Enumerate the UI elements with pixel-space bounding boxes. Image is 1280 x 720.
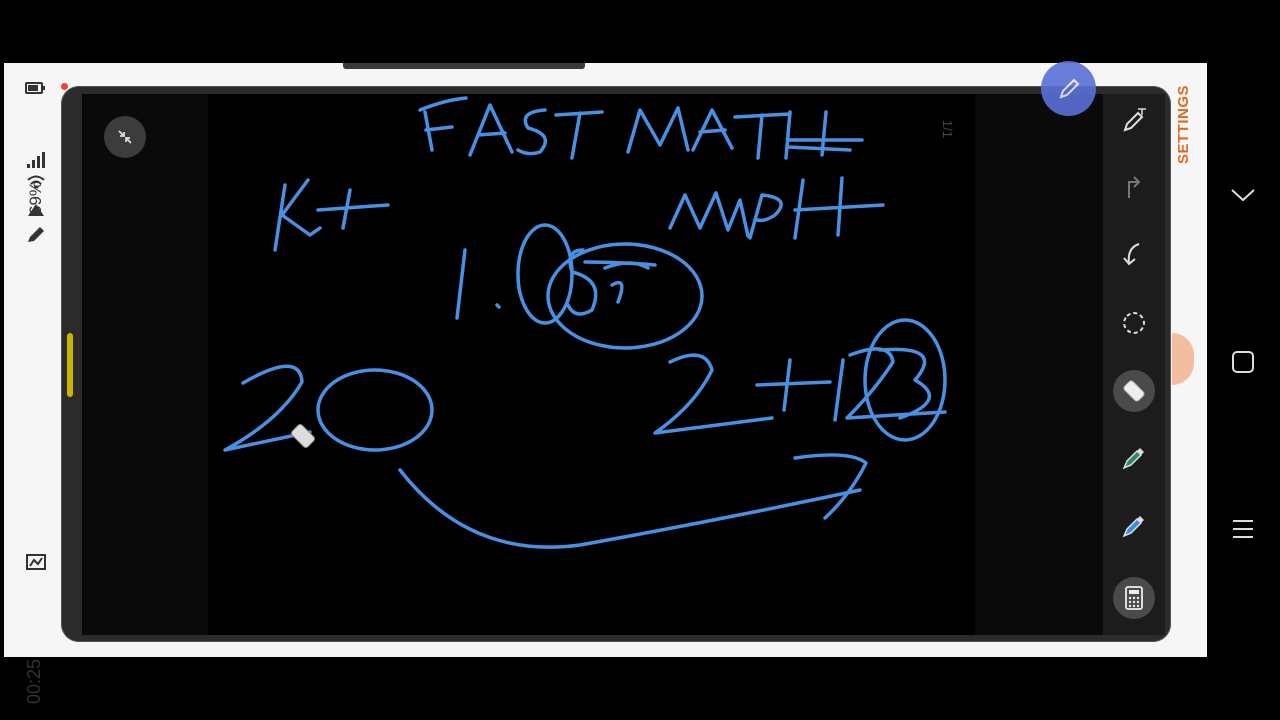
eraser-icon — [1123, 380, 1145, 402]
ink-stroke — [468, 103, 514, 157]
ink-stroke — [784, 110, 864, 160]
minimize-button[interactable] — [104, 116, 146, 158]
ink-stroke — [833, 358, 845, 422]
status-bar: 69% 00:25 — [8, 70, 52, 704]
ink-stroke — [603, 261, 650, 304]
side-panel-handle[interactable] — [67, 333, 73, 397]
lasso-button[interactable] — [1113, 302, 1155, 344]
ink-stroke — [793, 176, 885, 240]
highlighter-icon — [1122, 448, 1144, 470]
ink-stroke — [653, 353, 774, 435]
redo-button[interactable] — [1113, 166, 1155, 208]
pen-icon — [1122, 516, 1144, 538]
ink-stroke — [691, 108, 734, 152]
screenshot-icon — [26, 554, 46, 570]
settings-tab[interactable]: SETTINGS — [1175, 85, 1192, 164]
ink-stroke — [878, 347, 932, 420]
ink-stroke — [316, 368, 434, 452]
home-icon — [1232, 351, 1254, 373]
wifi-icon — [27, 175, 45, 189]
ink-stroke — [566, 248, 657, 316]
page-indicator: 1/1 — [940, 120, 955, 139]
home-button[interactable] — [1228, 347, 1258, 377]
ink-stroke — [863, 318, 947, 442]
minimize-icon — [118, 130, 132, 144]
clock: 00:25 — [24, 658, 44, 704]
eraser-button[interactable] — [1113, 370, 1155, 412]
ink-stroke — [626, 106, 690, 154]
signal-icon — [27, 152, 45, 168]
ink-stroke — [418, 96, 468, 152]
recents-button[interactable] — [1228, 514, 1258, 544]
ink-stroke — [495, 303, 501, 309]
highlighter-button[interactable] — [1113, 437, 1155, 479]
collapse-icon — [1231, 189, 1255, 202]
ink-stroke — [316, 188, 390, 230]
pen-tool-button[interactable] — [1113, 505, 1155, 547]
pen-floating-button[interactable] — [1041, 61, 1096, 116]
ink-stroke — [398, 468, 862, 549]
pen-status-icon — [28, 227, 44, 242]
eraser-cursor — [291, 424, 315, 448]
ink-stroke — [793, 453, 868, 520]
ink-stroke — [755, 358, 832, 412]
pen-fab-icon — [1058, 78, 1079, 99]
calculator-icon — [1125, 586, 1143, 610]
pen-settings-button[interactable] — [1113, 100, 1155, 142]
lasso-icon — [1123, 312, 1145, 334]
ink-stroke — [455, 248, 467, 320]
redo-icon — [1128, 176, 1141, 198]
undo-button[interactable] — [1113, 234, 1155, 276]
ink-stroke — [733, 112, 792, 160]
notification-icon — [28, 204, 44, 216]
collapse-button[interactable] — [1228, 180, 1258, 210]
pen-settings-icon — [1123, 108, 1146, 132]
ink-stroke — [668, 191, 750, 238]
undo-icon — [1123, 243, 1140, 266]
top-handle — [343, 63, 585, 69]
drawing-canvas[interactable] — [208, 94, 975, 635]
calculator-button[interactable] — [1113, 577, 1155, 619]
ink-stroke — [554, 110, 604, 160]
ink-stroke — [516, 108, 548, 156]
recents-icon — [1233, 520, 1253, 538]
ink-stroke — [748, 193, 783, 240]
ink-stroke — [273, 178, 322, 252]
battery-icon — [25, 82, 45, 94]
ink-stroke — [845, 347, 947, 420]
handwriting — [223, 96, 947, 549]
ink-stroke — [516, 223, 574, 325]
